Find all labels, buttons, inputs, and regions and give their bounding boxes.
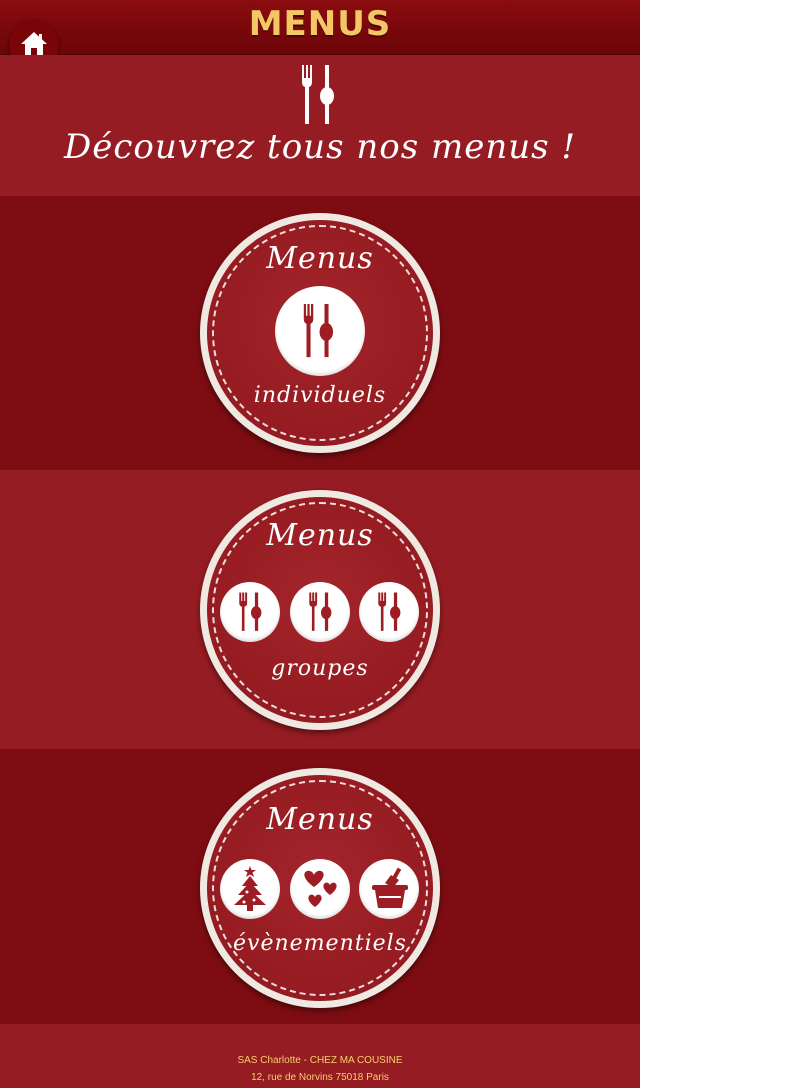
champagne-disc <box>359 859 419 919</box>
menu-card-title: Menus <box>266 802 374 837</box>
menu-groupes-button[interactable]: Menus groupes <box>200 490 440 730</box>
menu-band-groups: Menus groupes <box>0 470 640 749</box>
christmas-tree-disc <box>220 859 280 919</box>
menu-band-events: Menus évènementiels <box>0 749 640 1024</box>
menu-individuels-button[interactable]: Menus individuels <box>200 213 440 453</box>
menu-card-subtitle: individuels <box>253 383 387 408</box>
christmas-tree-icon <box>234 866 266 911</box>
footer: SAS Charlotte - CHEZ MA COUSINE 12, rue … <box>0 1024 640 1088</box>
champagne-bucket-icon <box>372 867 408 908</box>
menu-card-title: Menus <box>266 518 374 553</box>
hero-section: Découvrez tous nos menus ! <box>0 55 640 196</box>
menu-band-individual: Menus individuels <box>0 196 640 470</box>
hero-tagline: Découvrez tous nos menus ! <box>63 127 577 167</box>
cutlery-icon <box>302 65 334 124</box>
page-title: MENUS <box>248 4 392 44</box>
hearts-disc <box>290 859 350 919</box>
cutlery-icon <box>309 592 332 631</box>
menu-card-title: Menus <box>266 241 374 276</box>
cutlery-icon <box>239 592 262 631</box>
footer-company: SAS Charlotte - CHEZ MA COUSINE <box>237 1055 403 1066</box>
menu-card-subtitle: évènementiels <box>233 931 407 956</box>
cutlery-disc <box>275 286 365 376</box>
hearts-icon <box>304 870 337 907</box>
menu-evenementiels-button[interactable]: Menus évènementiels <box>200 768 440 1008</box>
menu-card-subtitle: groupes <box>271 656 369 681</box>
home-icon <box>21 32 47 56</box>
cutlery-icon <box>303 304 334 358</box>
app-screen: MENUS Découvrez tous nos menus ! Menus i… <box>0 0 640 1088</box>
cutlery-disc <box>290 582 350 642</box>
cutlery-disc <box>220 582 280 642</box>
footer-address: 12, rue de Norvins 75018 Paris <box>251 1072 389 1083</box>
header-bar: MENUS <box>0 0 640 55</box>
cutlery-disc <box>359 582 419 642</box>
cutlery-icon <box>378 592 401 631</box>
